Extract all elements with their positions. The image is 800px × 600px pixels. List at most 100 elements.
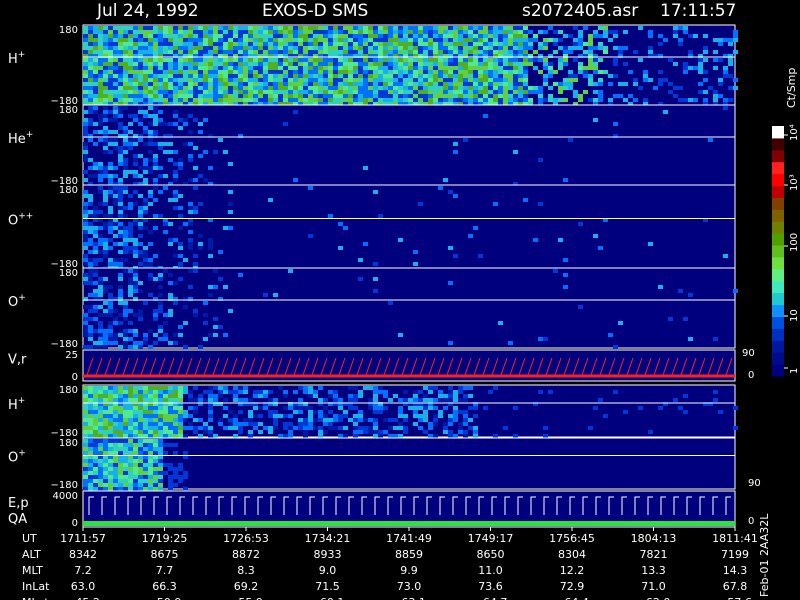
colorbar-swatch xyxy=(772,292,784,306)
spectrogram-cell xyxy=(268,198,273,202)
panel-frame xyxy=(82,104,736,186)
spectrogram-cell xyxy=(488,34,493,38)
spectrogram-cell xyxy=(393,46,398,50)
spectrogram-cell xyxy=(388,82,393,86)
panel-oplusplus: O++180−180 xyxy=(8,184,736,270)
spectrogram-cell xyxy=(233,398,238,402)
spectrogram-cell xyxy=(363,86,368,90)
spectrogram-cell xyxy=(153,430,158,434)
spectrogram-cell xyxy=(98,333,103,337)
spectrogram-cell xyxy=(173,386,178,390)
spectrogram-cell xyxy=(358,410,363,414)
spectrogram-cell xyxy=(83,394,88,398)
spectrogram-cell xyxy=(143,226,148,230)
spectrogram-cell xyxy=(328,86,333,90)
spectrogram-cell xyxy=(383,90,388,94)
spectrogram-cell xyxy=(293,62,298,66)
spectrogram-cell xyxy=(153,186,158,190)
spectrogram-cell xyxy=(243,82,248,86)
spectrogram-cell xyxy=(278,62,283,66)
spectrogram-cell xyxy=(458,26,463,30)
spectrogram-cell xyxy=(108,341,113,345)
spectrogram-cell xyxy=(148,70,153,74)
ut-value: 1749:17 xyxy=(468,532,514,545)
spectrogram-cell xyxy=(313,390,318,394)
spectrogram-cell xyxy=(533,50,538,54)
spectrogram-cell xyxy=(198,345,203,349)
spectrogram-cell xyxy=(153,447,158,451)
spectrogram-cell xyxy=(123,390,128,394)
spectrogram-cell xyxy=(228,226,233,230)
spectrogram-cell xyxy=(448,341,453,345)
spectrogram-cell xyxy=(523,50,528,54)
spectrogram-cell xyxy=(393,42,398,46)
spectrogram-cell xyxy=(688,293,693,297)
spectrogram-cell xyxy=(308,38,313,42)
colorbar-swatch xyxy=(772,352,784,365)
spectrogram-cell xyxy=(133,174,138,178)
spectrogram-cell xyxy=(373,418,378,422)
spectrogram-cell xyxy=(303,46,308,50)
spectrogram-cell xyxy=(153,434,158,438)
spectrogram-cell xyxy=(163,443,168,447)
spectrogram-cell xyxy=(168,98,173,102)
spectrogram-cell xyxy=(713,66,718,70)
spectrogram-cell xyxy=(148,202,153,206)
spectrogram-cell xyxy=(233,38,238,42)
spectrogram-cell xyxy=(173,30,178,34)
spectrogram-cell xyxy=(193,166,198,170)
spectrogram-cell xyxy=(93,98,98,102)
spectrogram-cell xyxy=(598,94,603,98)
spectrogram-cell xyxy=(188,426,193,430)
spectrogram-cell xyxy=(123,30,128,34)
spectrogram-cell xyxy=(298,66,303,70)
spectrogram-cell xyxy=(173,341,178,345)
spectrogram-cell xyxy=(353,38,358,42)
spectrogram-cell xyxy=(173,471,178,475)
spectrogram-cell xyxy=(683,30,688,34)
spectrogram-cell xyxy=(98,62,103,66)
spectrogram-cell xyxy=(428,50,433,54)
spectrogram-cell xyxy=(103,414,108,418)
spectrogram-cell xyxy=(153,142,158,146)
spectrogram-cell xyxy=(223,414,228,418)
spectrogram-cell xyxy=(473,90,478,94)
spectrogram-cell xyxy=(243,58,248,62)
panel-label-sup: + xyxy=(18,449,26,459)
spectrogram-cell xyxy=(308,34,313,38)
spectrogram-cell xyxy=(123,26,128,30)
spectrogram-cell xyxy=(113,94,118,98)
spectrogram-cell xyxy=(158,166,163,170)
spectrogram-cell xyxy=(288,66,293,70)
spectrogram-cell xyxy=(228,70,233,74)
spectrogram-cell xyxy=(163,66,168,70)
spectrogram-cell xyxy=(133,74,138,78)
spectrogram-cell xyxy=(148,451,153,455)
spectrogram-cell xyxy=(448,394,453,398)
spectrogram-cell xyxy=(493,98,498,102)
spectrogram-cell xyxy=(168,26,173,30)
spectrogram-cell xyxy=(313,394,318,398)
spectrogram-cell xyxy=(98,321,103,325)
spectrogram-cell xyxy=(128,414,133,418)
spectrogram-cell xyxy=(413,406,418,410)
spectrogram-cell xyxy=(418,426,423,430)
spectrogram-cell xyxy=(648,30,653,34)
spectrogram-cell xyxy=(293,38,298,42)
spectrogram-cell xyxy=(433,26,438,30)
spectrogram-cell xyxy=(148,443,153,447)
spectrogram-cell xyxy=(358,418,363,422)
spectrogram-cell xyxy=(208,386,213,390)
spectrogram-cell xyxy=(348,26,353,30)
spectrogram-cell xyxy=(408,66,413,70)
spectrogram-cell xyxy=(258,66,263,70)
spectrogram-cell xyxy=(93,74,98,78)
spectrogram-cell xyxy=(393,90,398,94)
spectrogram-cell xyxy=(348,82,353,86)
spectrogram-cell xyxy=(288,46,293,50)
spectrogram-cell xyxy=(298,74,303,78)
header-file: s2072405.asr xyxy=(522,1,638,21)
spectrogram-cell xyxy=(133,98,138,102)
spectrogram-cell xyxy=(158,422,163,426)
spectrogram-cell xyxy=(433,34,438,38)
